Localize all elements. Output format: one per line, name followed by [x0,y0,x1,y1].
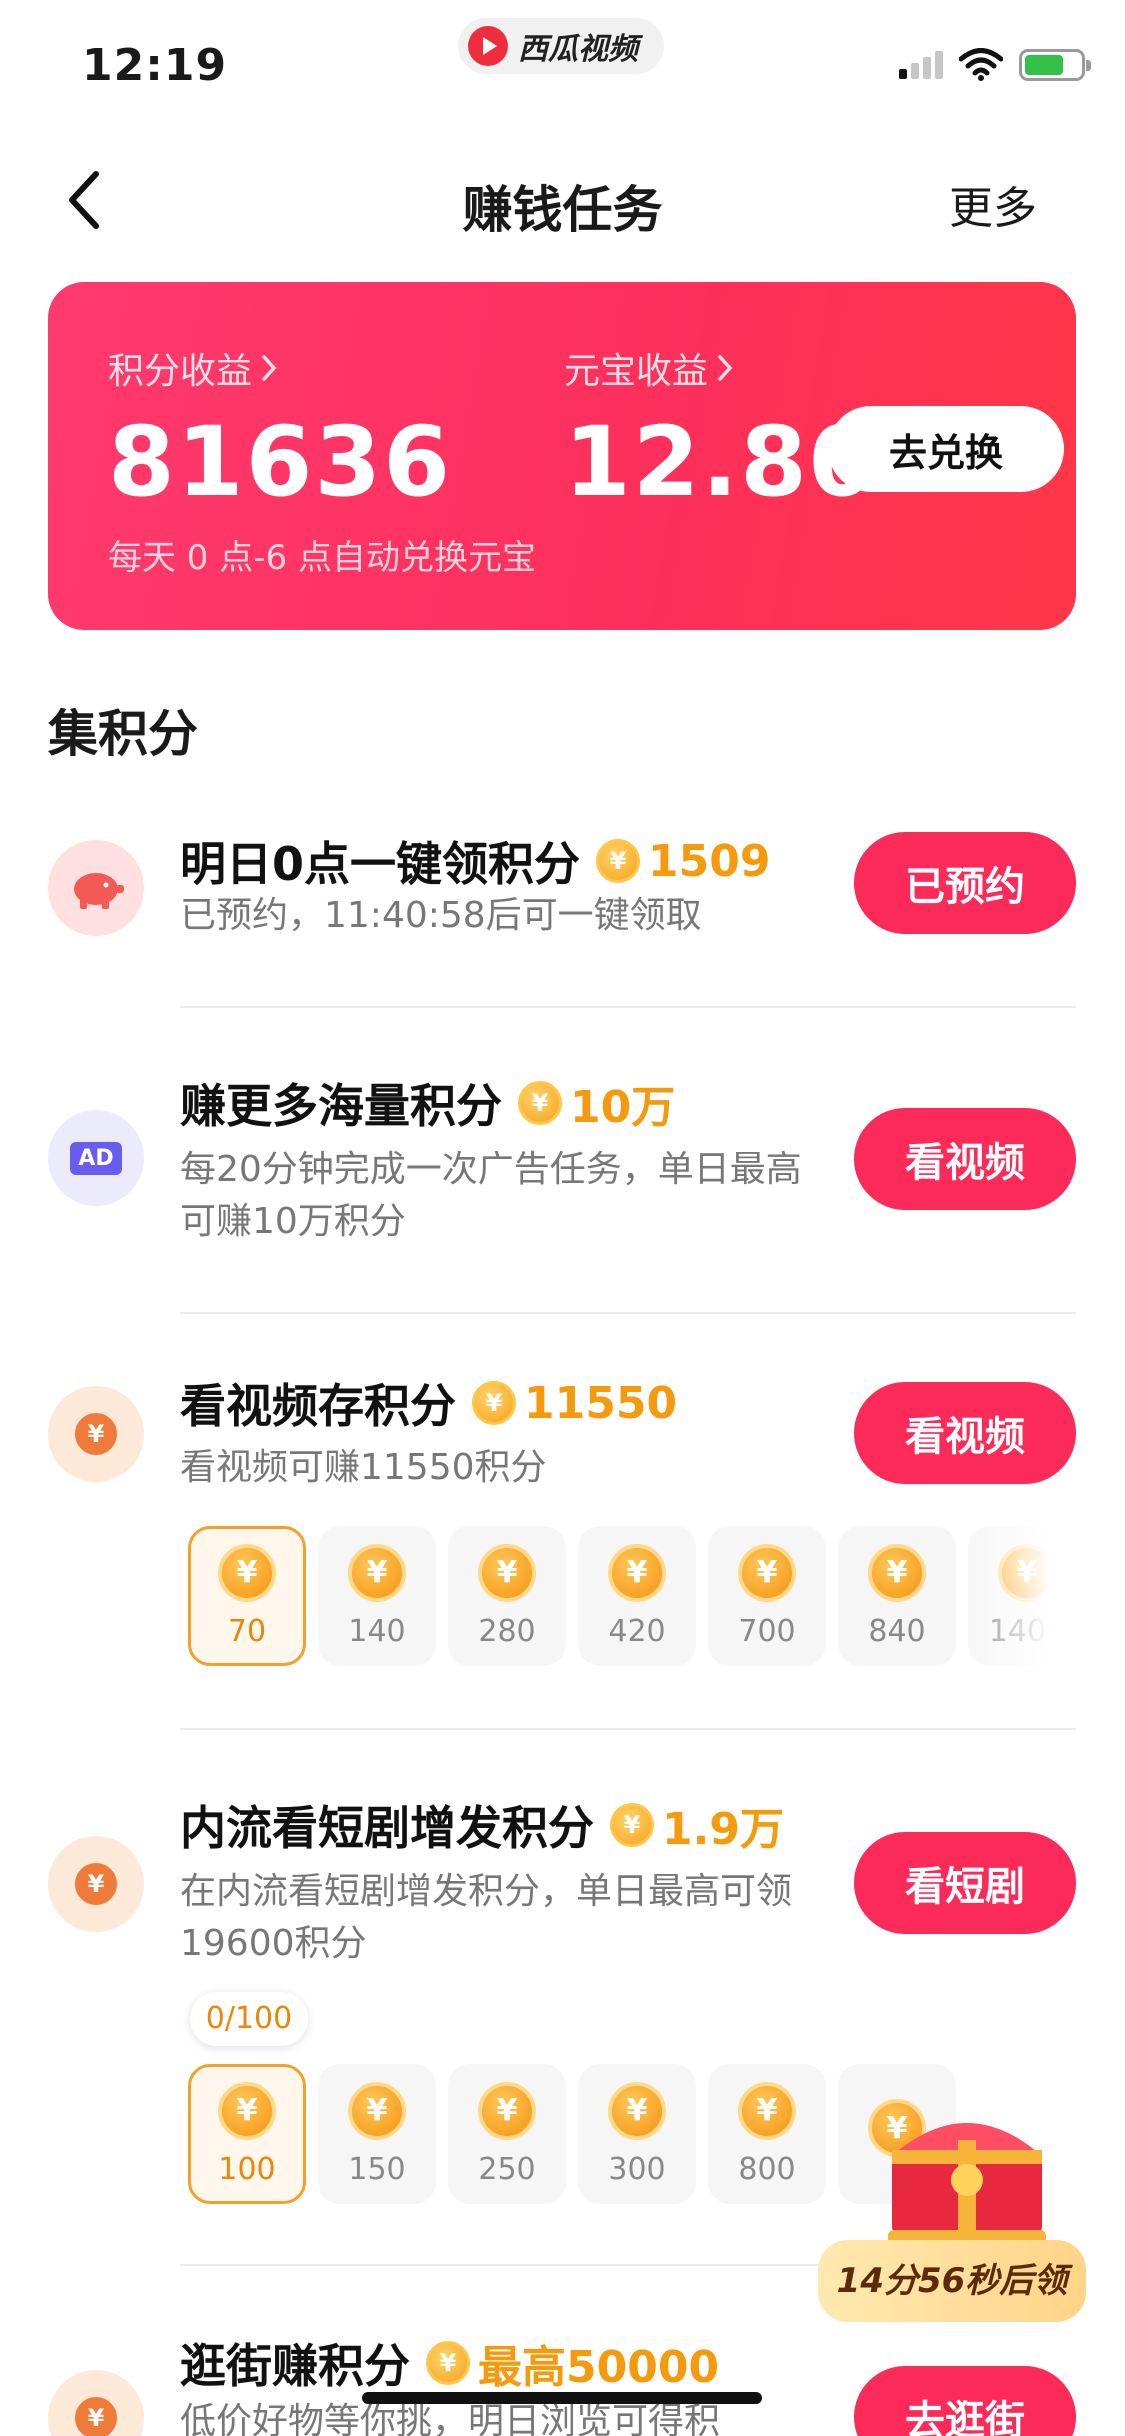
coin-icon: ¥ [738,1543,796,1602]
yuan-icon: ¥ [48,1386,144,1482]
coin-icon: ¥ [218,1543,276,1602]
ingot-earnings[interactable]: 元宝收益 12.80 [564,342,878,510]
battery-icon [1019,49,1091,81]
status-time: 12:19 [82,40,228,91]
coin-icon: ¥ [478,2081,536,2140]
coin-slot[interactable]: ¥150 [318,2064,436,2204]
video-coin-scroller[interactable]: ¥70 ¥140 ¥280 ¥420 ¥700 ¥840 ¥1400 [188,1526,1050,1666]
progress-tooltip: 0/100 [190,1992,308,2046]
task-desc: 已预约，11:40:58后可一键领取 [180,895,702,936]
reserved-button[interactable]: 已预约 [854,832,1076,934]
task-desc: 看视频可赚11550积分 [180,1447,547,1488]
points-earnings[interactable]: 积分收益 81636 [108,342,452,510]
coin-icon: ¥ [608,1543,666,1602]
coin-icon: ¥ [426,2341,470,2385]
divider [180,1728,1076,1730]
app-indicator-pill[interactable]: 西瓜视频 [458,18,664,74]
piggy-bank-icon [48,840,144,936]
task-reward: 最高50000 [478,2342,720,2393]
app-logo-icon [468,26,508,66]
coin-icon: ¥ [608,2081,666,2140]
coin-slot[interactable]: ¥700 [708,1526,826,1666]
exchange-note: 每天 0 点-6 点自动兑换元宝 [108,538,536,578]
signal-icon [899,51,943,79]
coin-icon: ¥ [610,1803,654,1847]
task-desc: 在内流看短剧增发积分，单日最高可领19600积分 [180,1871,793,1964]
coin-slot[interactable]: ¥800 [708,2064,826,2204]
task-title: 赚更多海量积分 [180,1079,502,1133]
treasure-chest-icon[interactable] [862,2080,1072,2260]
coin-icon: ¥ [348,1543,406,1602]
yuan-icon: ¥ [48,2370,144,2436]
divider [180,1006,1076,1008]
coin-icon: ¥ [348,2081,406,2140]
coin-icon: ¥ [478,1543,536,1602]
status-bar: 12:19 西瓜视频 [0,0,1125,130]
wifi-icon [959,48,1003,81]
more-button[interactable]: 更多 [949,172,1037,236]
task-title: 看视频存积分 [180,1379,456,1433]
section-title: 集积分 [48,705,198,763]
task-title: 明日0点一键领积分 [180,837,581,891]
coin-slot[interactable]: ¥300 [578,2064,696,2204]
coin-slot[interactable]: ¥100 [188,2064,306,2204]
coin-icon: ¥ [472,1381,516,1425]
yuan-icon: ¥ [48,1836,144,1932]
coin-icon: ¥ [518,1081,562,1125]
chevron-right-icon [262,355,277,381]
coin-slot[interactable]: ¥70 [188,1526,306,1666]
points-label: 积分收益 [108,351,253,392]
coin-slot[interactable]: ¥840 [838,1526,956,1666]
coin-icon: ¥ [738,2081,796,2140]
task-reward: 1509 [648,835,771,887]
watch-video-button[interactable]: 看视频 [854,1108,1076,1210]
app-name: 西瓜视频 [518,32,638,67]
coin-slot[interactable]: ¥280 [448,1526,566,1666]
exchange-button[interactable]: 去兑换 [828,406,1064,492]
earnings-card: 积分收益 81636 元宝收益 12.80 去兑换 每天 0 点-6 点自动兑换… [48,282,1076,630]
go-shopping-button[interactable]: 去逛街 [854,2366,1076,2436]
task-title: 逛街赚积分 [180,2339,410,2393]
task-reward: 11550 [524,1377,678,1429]
watch-drama-button[interactable]: 看短剧 [854,1832,1076,1934]
coin-slot[interactable]: ¥420 [578,1526,696,1666]
chevron-right-icon [718,355,733,381]
task-reward: 10万 [570,1082,676,1133]
divider [180,1312,1076,1314]
ad-icon: AD [48,1110,144,1206]
chest-timer[interactable]: 14分56秒后领 [818,2240,1086,2322]
coin-icon: ¥ [596,839,641,883]
ingot-label: 元宝收益 [564,351,709,392]
home-indicator [362,2392,762,2404]
watch-video-button[interactable]: 看视频 [854,1382,1076,1484]
task-reward: 1.9万 [662,1804,784,1855]
task-desc: 每20分钟完成一次广告任务，单日最高可赚10万积分 [180,1149,802,1242]
nav-bar: 赚钱任务 更多 [0,150,1125,250]
coin-slot[interactable]: ¥250 [448,2064,566,2204]
points-value: 81636 [108,406,452,518]
coin-slot[interactable]: ¥140 [318,1526,436,1666]
coin-icon: ¥ [218,2081,276,2140]
task-title: 内流看短剧增发积分 [180,1801,594,1855]
system-icons [899,48,1091,82]
coin-icon: ¥ [868,1543,926,1602]
